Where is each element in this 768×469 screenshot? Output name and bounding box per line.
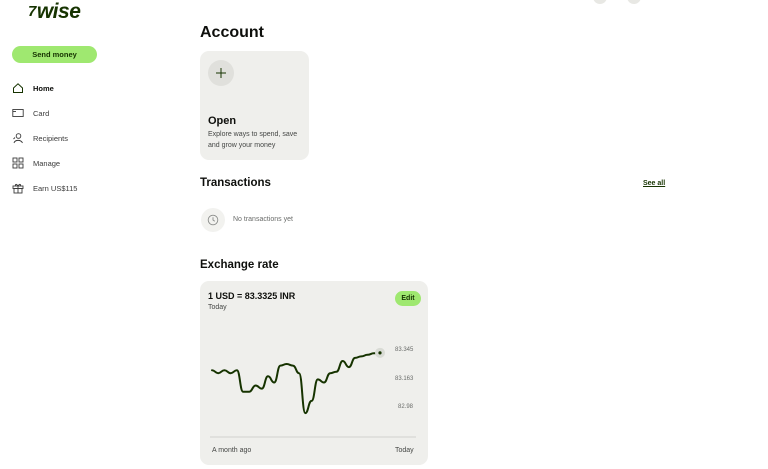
header-avatar[interactable]: [593, 0, 607, 4]
see-all-link[interactable]: See all: [643, 180, 665, 187]
y-tick-label: 83.345: [395, 347, 414, 353]
open-card-description: Explore ways to spend, save and grow you…: [208, 131, 298, 149]
page-title: Account: [200, 24, 264, 41]
y-tick-label: 83.163: [395, 376, 414, 382]
rate-chart: [210, 347, 416, 438]
open-account-card[interactable]: Open Explore ways to spend, save and gro…: [200, 51, 309, 160]
gift-icon: [12, 182, 24, 194]
rate-series-line: [211, 351, 381, 415]
header-notification-icon[interactable]: [627, 0, 641, 4]
exchange-rate-title: Exchange rate: [200, 259, 279, 271]
transactions-title: Transactions: [200, 177, 271, 189]
sidebar-item-label: Card: [33, 108, 50, 118]
x-start-label: A month ago: [212, 447, 252, 454]
sidebar-item-label: Earn US$115: [33, 183, 78, 193]
sidebar-item-manage[interactable]: Manage: [12, 156, 60, 170]
open-card-title: Open: [208, 115, 237, 127]
card-icon: [12, 107, 24, 119]
manage-icon: [12, 157, 24, 169]
sidebar-item-recipients[interactable]: Recipients: [12, 131, 68, 145]
wise-logo[interactable]: 7wise: [28, 0, 81, 24]
current-point: [378, 351, 382, 355]
sidebar-item-earn[interactable]: Earn US$115: [12, 181, 77, 195]
sidebar-item-label: Recipients: [33, 133, 69, 143]
x-end-label: Today: [395, 447, 414, 454]
sidebar-item-home[interactable]: Home: [12, 81, 54, 95]
exchange-rate-card[interactable]: 1 USD = 83.3325 INR Today Edit 83.345 83…: [200, 281, 428, 465]
logo-mark: 7: [28, 3, 36, 20]
plus-icon: [208, 60, 234, 86]
sidebar-item-label: Home: [33, 83, 54, 93]
send-money-button[interactable]: Send money: [12, 46, 97, 63]
recipients-icon: [12, 132, 24, 144]
home-icon: [12, 82, 24, 94]
sidebar-item-card[interactable]: Card: [12, 106, 49, 120]
empty-transactions-text: No transactions yet: [233, 216, 293, 223]
y-tick-label: 82.98: [398, 404, 414, 410]
sidebar-item-label: Manage: [33, 158, 61, 168]
clock-icon: [201, 208, 225, 232]
logo-text: wise: [36, 0, 81, 23]
